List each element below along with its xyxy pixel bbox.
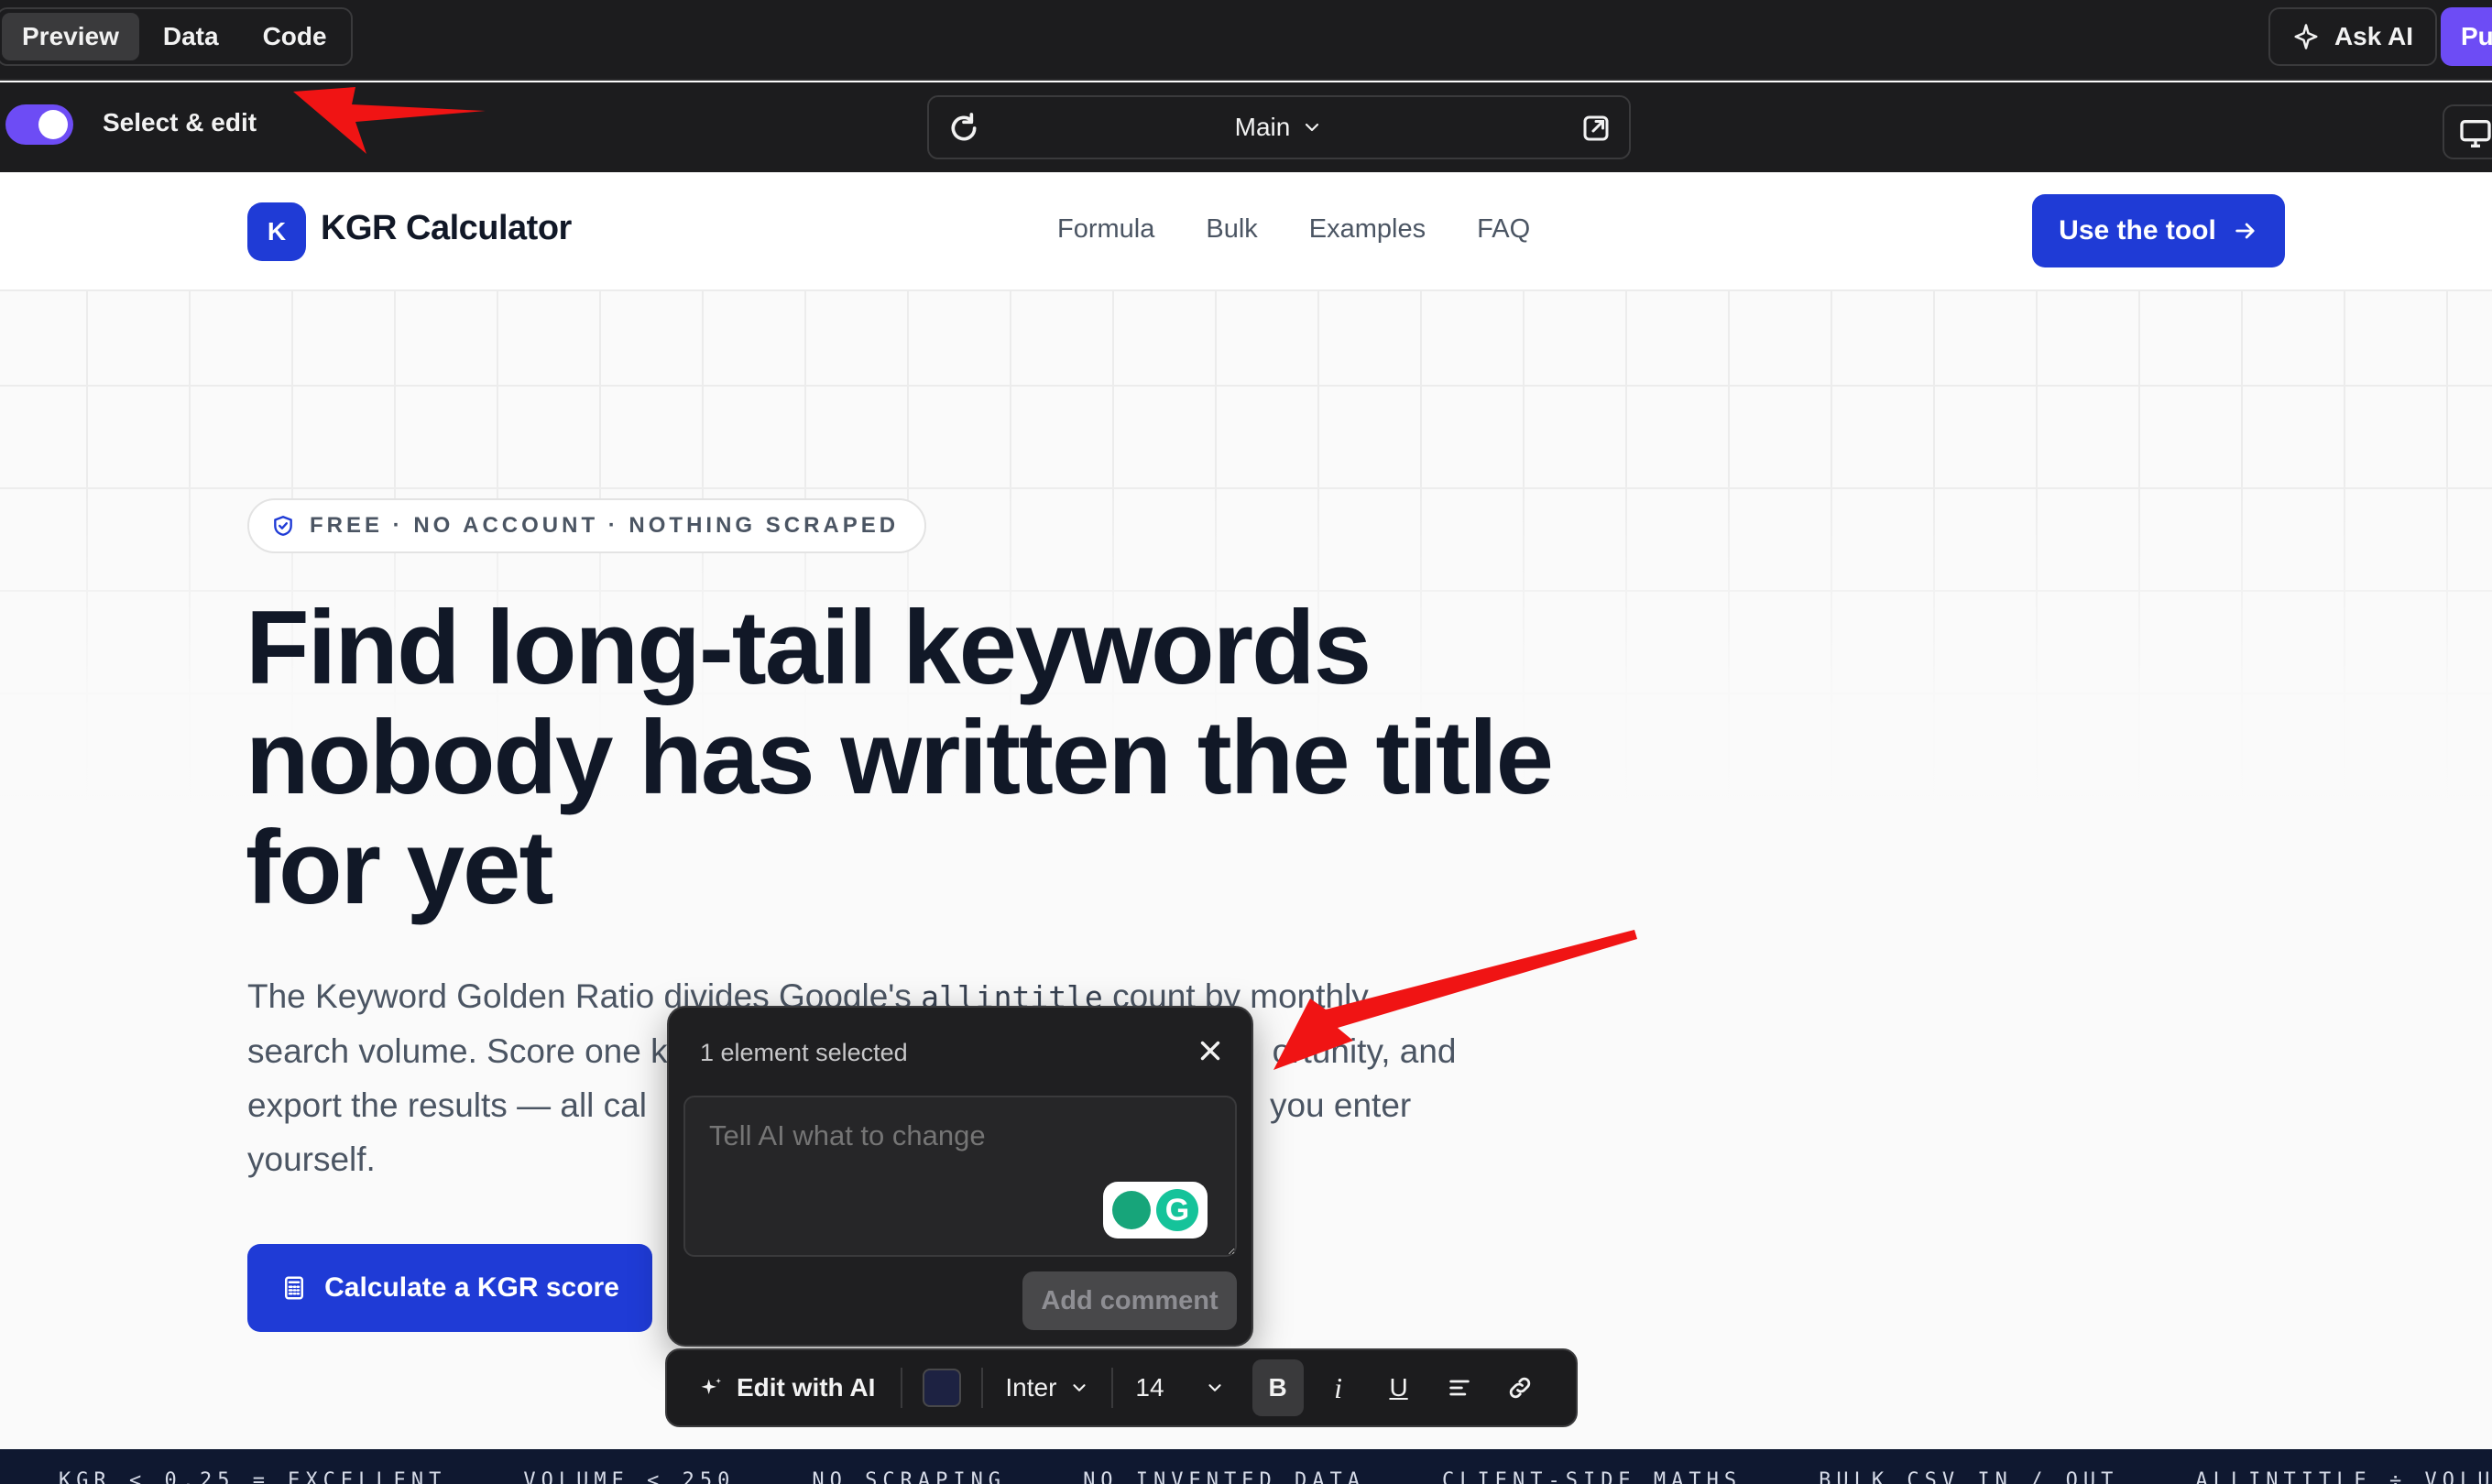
site-header: K KGR Calculator Formula Bulk Examples F… bbox=[0, 172, 2492, 291]
lede-text: yourself. bbox=[247, 1140, 376, 1178]
nav-link-examples[interactable]: Examples bbox=[1309, 214, 1426, 245]
headline-line-3: for bbox=[246, 810, 381, 926]
refresh-icon[interactable] bbox=[945, 110, 982, 147]
logo-mark[interactable]: K bbox=[247, 202, 306, 261]
page-address-bar: Main bbox=[927, 95, 1631, 159]
ai-comment-popup: 1 element selected G Add comment bbox=[667, 1006, 1253, 1347]
ticker-track: KGR < 0.25 = EXCELLENT VOLUME < 250 NO S… bbox=[59, 1469, 2492, 1484]
lede-text: ortunity, and bbox=[1272, 1032, 1457, 1070]
edit-with-ai-button[interactable]: Edit with AI bbox=[667, 1348, 901, 1427]
device-preview-button[interactable] bbox=[2443, 104, 2492, 159]
calculate-kgr-label: Calculate a KGR score bbox=[324, 1272, 619, 1303]
close-icon[interactable] bbox=[1195, 1035, 1226, 1066]
tab-code[interactable]: Code bbox=[243, 13, 347, 60]
ticker-item: BULK CSV IN / OUT bbox=[1819, 1469, 2119, 1484]
bold-button[interactable]: B bbox=[1251, 1359, 1304, 1416]
headline-highlight: yet bbox=[406, 810, 554, 926]
font-family-select[interactable]: Inter bbox=[983, 1348, 1111, 1427]
selection-count: 1 element selected bbox=[700, 1039, 908, 1066]
trust-badge-text: FREE · NO ACCOUNT · NOTHING SCRAPED bbox=[310, 513, 900, 538]
editor-top-bar: Preview Data Code Ask AI Pu bbox=[0, 0, 2492, 81]
select-edit-label: Select & edit bbox=[103, 108, 257, 136]
ticker-item: VOLUME < 250 bbox=[523, 1469, 736, 1484]
headline-line-2: nobody has written the title bbox=[246, 700, 1554, 816]
lightbulb-icon bbox=[1112, 1191, 1151, 1229]
lede-text: you enter bbox=[1269, 1086, 1412, 1124]
headline-line-1: Find long-tail keywords bbox=[246, 590, 1372, 706]
nav-link-bulk[interactable]: Bulk bbox=[1206, 214, 1257, 245]
font-family-value: Inter bbox=[1005, 1373, 1057, 1402]
ticker-item: ALLINTITLE ÷ VOLUME bbox=[2195, 1469, 2492, 1484]
link-icon bbox=[1509, 1377, 1530, 1399]
feature-ticker: KGR < 0.25 = EXCELLENT VOLUME < 250 NO S… bbox=[0, 1449, 2492, 1484]
lede-text: search volume. Score one k bbox=[247, 1032, 668, 1070]
trust-badge: FREE · NO ACCOUNT · NOTHING SCRAPED bbox=[247, 498, 927, 553]
grammarly-widget[interactable]: G bbox=[1103, 1182, 1208, 1238]
toggle-knob bbox=[38, 110, 68, 139]
page-selector[interactable]: Main bbox=[1235, 113, 1324, 142]
tab-preview[interactable]: Preview bbox=[2, 13, 139, 60]
logo-text[interactable]: KGR Calculator bbox=[321, 209, 572, 248]
sparkle-icon bbox=[701, 1378, 722, 1394]
add-comment-button[interactable]: Add comment bbox=[1022, 1271, 1237, 1330]
tab-data[interactable]: Data bbox=[143, 13, 239, 60]
select-edit-toggle[interactable] bbox=[5, 104, 73, 145]
ticker-item: NO SCRAPING bbox=[812, 1469, 1007, 1484]
monitor-icon bbox=[2460, 120, 2491, 147]
arrow-right-icon bbox=[2235, 223, 2255, 239]
calculate-kgr-button[interactable]: Calculate a KGR score bbox=[247, 1244, 652, 1332]
edit-with-ai-label: Edit with AI bbox=[737, 1373, 876, 1402]
align-button[interactable] bbox=[1434, 1359, 1485, 1416]
nav-link-formula[interactable]: Formula bbox=[1057, 214, 1154, 245]
underline-button[interactable]: U bbox=[1373, 1359, 1425, 1416]
main-nav: Formula Bulk Examples FAQ bbox=[1057, 214, 1530, 245]
editor-secondary-bar: Select & edit Main bbox=[0, 82, 2492, 172]
ask-ai-label: Ask AI bbox=[2334, 22, 2414, 50]
publish-button[interactable]: Pu bbox=[2441, 7, 2492, 66]
sparkle-icon bbox=[2294, 24, 2318, 49]
view-tabs: Preview Data Code bbox=[0, 7, 353, 66]
ticker-item: CLIENT-SIDE MATHS bbox=[1441, 1469, 1743, 1484]
ticker-item: NO INVENTED DATA bbox=[1083, 1469, 1365, 1484]
hero-headline[interactable]: Find long-tail keywords nobody has writt… bbox=[246, 594, 1730, 923]
use-tool-button[interactable]: Use the tool bbox=[2032, 194, 2285, 267]
font-size-value: 14 bbox=[1135, 1373, 1164, 1402]
grammarly-icon: G bbox=[1156, 1189, 1198, 1231]
chevron-down-icon bbox=[1073, 1384, 1087, 1391]
ticker-item: KGR < 0.25 = EXCELLENT bbox=[59, 1469, 447, 1484]
ask-ai-button[interactable]: Ask AI bbox=[2268, 7, 2437, 66]
use-tool-label: Use the tool bbox=[2059, 215, 2216, 246]
page-selector-label: Main bbox=[1234, 113, 1291, 141]
calculator-icon bbox=[285, 1276, 304, 1300]
format-toolbar: Edit with AI Inter 14 B i U bbox=[665, 1348, 1578, 1427]
chevron-down-icon bbox=[1208, 1384, 1221, 1391]
font-size-select[interactable]: 14 bbox=[1113, 1348, 1242, 1427]
text-color-swatch[interactable] bbox=[923, 1369, 962, 1407]
shield-check-icon bbox=[274, 516, 292, 536]
lede-text: export the results — all cal bbox=[247, 1086, 647, 1124]
align-left-icon bbox=[1448, 1380, 1470, 1396]
italic-button[interactable]: i bbox=[1313, 1359, 1364, 1416]
chevron-down-icon bbox=[1306, 123, 1319, 132]
nav-link-faq[interactable]: FAQ bbox=[1477, 214, 1530, 245]
link-button[interactable] bbox=[1494, 1359, 1546, 1416]
toolbar-divider bbox=[901, 1368, 903, 1408]
open-external-icon[interactable] bbox=[1579, 112, 1612, 145]
